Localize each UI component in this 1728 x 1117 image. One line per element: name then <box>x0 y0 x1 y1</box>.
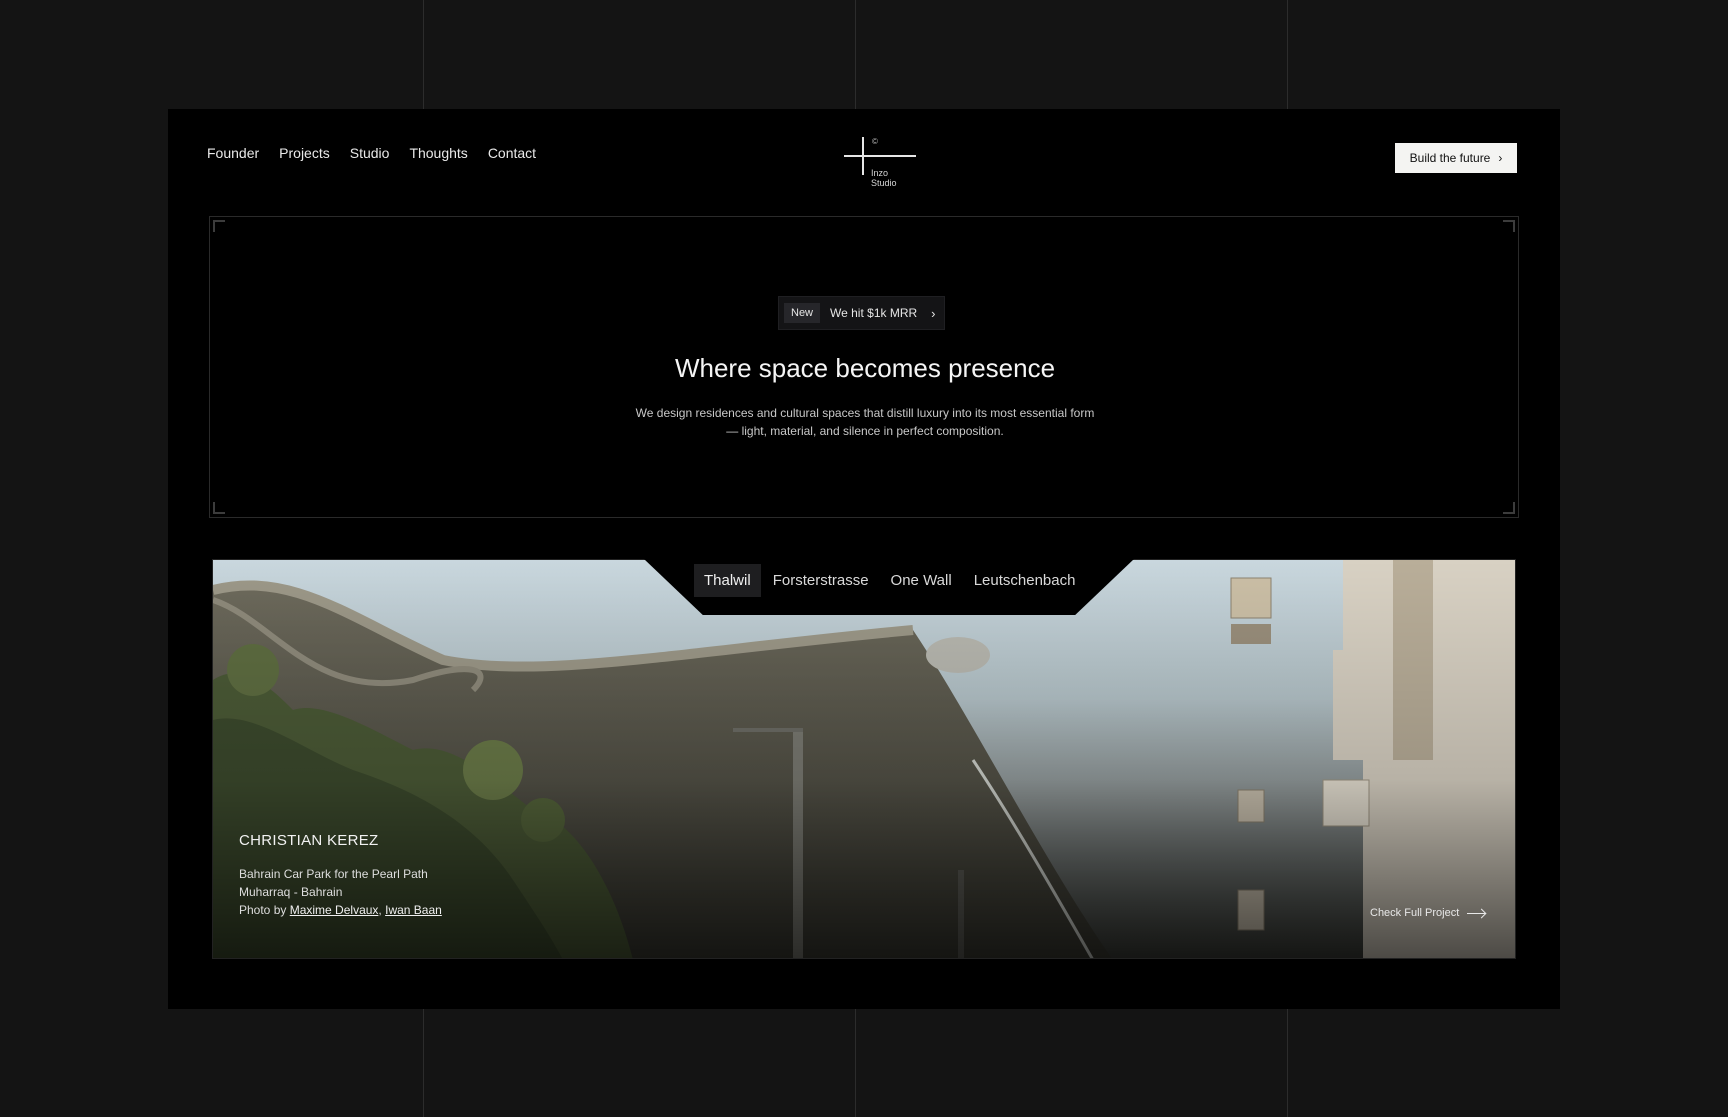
logo-cross-icon <box>844 155 916 157</box>
nav-founder[interactable]: Founder <box>207 145 259 161</box>
project-tabs: Thalwil Forsterstrasse One Wall Leutsche… <box>694 559 1085 597</box>
project-location: Muharraq - Bahrain <box>239 885 343 899</box>
check-link-label: Check Full Project <box>1370 907 1460 919</box>
logo-line-2: Studio <box>871 178 897 188</box>
logo-copyright: © <box>872 137 878 146</box>
architect-name: CHRISTIAN KEREZ <box>239 832 379 849</box>
tab-leutschenbach[interactable]: Leutschenbach <box>964 564 1086 597</box>
credit-separator: , <box>378 903 382 917</box>
photographer-link-2[interactable]: Iwan Baan <box>385 903 442 917</box>
tab-forsterstrasse[interactable]: Forsterstrasse <box>763 564 879 597</box>
page-frame: Founder Projects Studio Thoughts Contact… <box>168 109 1560 1009</box>
chevron-right-icon: › <box>1498 151 1503 165</box>
logo-text: Inzo Studio <box>871 168 897 188</box>
build-future-button[interactable]: Build the future › <box>1395 143 1517 173</box>
nav-contact[interactable]: Contact <box>488 145 536 161</box>
logo-cross-icon <box>862 137 864 175</box>
nav-studio[interactable]: Studio <box>350 145 390 161</box>
arrow-right-icon <box>1467 912 1486 914</box>
corner-mark <box>1503 502 1515 514</box>
corner-mark <box>213 220 225 232</box>
tab-thalwil[interactable]: Thalwil <box>694 564 761 597</box>
corner-mark <box>213 502 225 514</box>
tab-one-wall[interactable]: One Wall <box>881 564 962 597</box>
announcement-text: We hit $1k MRR <box>830 306 918 320</box>
new-badge: New <box>784 303 821 323</box>
nav-projects[interactable]: Projects <box>279 145 330 161</box>
page-title: Where space becomes presence <box>674 353 1056 383</box>
project-caption: CHRISTIAN KEREZ Bahrain Car Park for the… <box>239 832 442 919</box>
project-name: Bahrain Car Park for the Pearl Path <box>239 867 428 881</box>
corner-mark <box>1503 220 1515 232</box>
announcement-pill[interactable]: New We hit $1k MRR › <box>778 296 945 330</box>
nav-thoughts[interactable]: Thoughts <box>409 145 467 161</box>
check-full-project-link[interactable]: Check Full Project <box>1370 907 1486 919</box>
hero-section: New We hit $1k MRR › Where space becomes… <box>209 216 1519 518</box>
chevron-right-icon: › <box>931 305 936 321</box>
photographer-link-1[interactable]: Maxime Delvaux <box>290 903 379 917</box>
hero-subtitle: We design residences and cultural spaces… <box>635 406 1095 438</box>
logo-line-1: Inzo <box>871 168 889 178</box>
cta-label: Build the future <box>1409 151 1491 165</box>
studio-logo[interactable]: © Inzo Studio <box>844 137 924 193</box>
photo-credit: Photo by Maxime Delvaux, Iwan Baan <box>239 901 442 919</box>
main-nav: Founder Projects Studio Thoughts Contact <box>207 145 536 161</box>
photo-credit-prefix: Photo by <box>239 903 287 917</box>
